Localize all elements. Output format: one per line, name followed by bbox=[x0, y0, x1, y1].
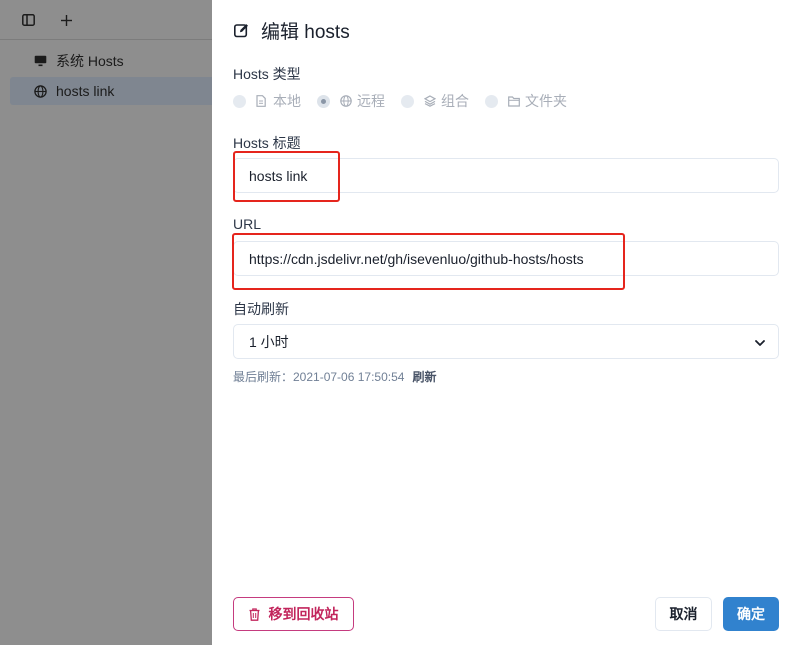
refresh-button[interactable]: 刷新 bbox=[412, 368, 436, 385]
last-refresh-text: 最后刷新：2021-07-06 17:50:54 bbox=[233, 370, 405, 384]
trash-icon bbox=[249, 607, 261, 621]
sidebar-item-system-hosts[interactable]: 系统 Hosts bbox=[10, 47, 212, 75]
highlight-box-title bbox=[233, 151, 340, 202]
monitor-icon bbox=[34, 54, 48, 68]
radio-label: 远程 bbox=[357, 93, 385, 109]
move-to-trash-button[interactable]: 移到回收站 bbox=[233, 597, 354, 631]
radio-button[interactable] bbox=[485, 94, 498, 108]
radio-local[interactable]: 本地 bbox=[233, 91, 301, 111]
radio-label: 本地 bbox=[273, 93, 301, 109]
sidebar-item-label: hosts link bbox=[56, 83, 115, 99]
drawer-title: 编辑 hosts bbox=[234, 17, 350, 44]
folder-icon bbox=[508, 95, 520, 107]
last-refresh-info: 最后刷新：2021-07-06 17:50:54 刷新 bbox=[233, 368, 436, 385]
sidebar-item-hosts-link[interactable]: hosts link bbox=[10, 77, 212, 105]
file-icon bbox=[256, 95, 268, 107]
globe-icon bbox=[340, 95, 352, 107]
hosts-title-label: Hosts 标题 bbox=[233, 135, 301, 151]
cancel-button[interactable]: 取消 bbox=[655, 597, 712, 631]
radio-label: 文件夹 bbox=[525, 93, 567, 109]
auto-refresh-label: 自动刷新 bbox=[233, 301, 289, 317]
radio-label: 组合 bbox=[441, 93, 469, 109]
hosts-type-label: Hosts 类型 bbox=[233, 66, 301, 82]
drawer-title-text: 编辑 hosts bbox=[261, 22, 350, 43]
radio-group[interactable]: 组合 bbox=[401, 91, 469, 111]
toggle-sidebar-icon[interactable] bbox=[18, 10, 38, 30]
radio-button[interactable] bbox=[317, 94, 330, 108]
chevron-down-icon bbox=[754, 336, 766, 348]
edit-hosts-drawer: 编辑 hosts Hosts 类型 本地 远程 组合 文件夹 Hosts 标题 … bbox=[212, 0, 800, 645]
move-to-trash-label: 移到回收站 bbox=[268, 606, 339, 622]
auto-refresh-value: 1 小时 bbox=[249, 333, 289, 350]
layers-icon bbox=[424, 95, 436, 107]
edit-icon bbox=[234, 23, 250, 39]
sidebar: 系统 Hosts hosts link bbox=[0, 0, 212, 645]
radio-remote[interactable]: 远程 bbox=[317, 91, 385, 111]
radio-folder[interactable]: 文件夹 bbox=[485, 91, 567, 111]
auto-refresh-select[interactable]: 1 小时 bbox=[233, 324, 779, 359]
globe-icon bbox=[34, 84, 48, 98]
radio-button[interactable] bbox=[233, 94, 246, 108]
sidebar-toolbar bbox=[0, 0, 212, 40]
confirm-button[interactable]: 确定 bbox=[723, 597, 779, 631]
radio-button[interactable] bbox=[401, 94, 414, 108]
sidebar-item-label: 系统 Hosts bbox=[56, 53, 124, 69]
add-icon[interactable] bbox=[56, 10, 76, 30]
highlight-box-url bbox=[232, 233, 625, 290]
hosts-type-radio-group: 本地 远程 组合 文件夹 bbox=[233, 91, 583, 111]
url-label: URL bbox=[233, 216, 262, 232]
